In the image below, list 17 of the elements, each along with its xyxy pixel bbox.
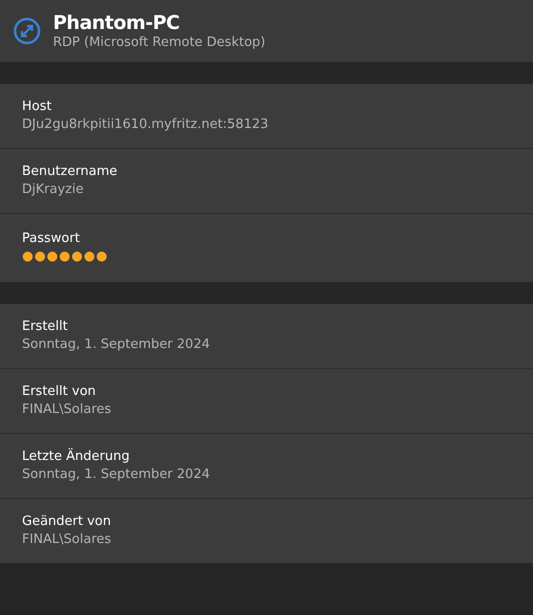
field-value: DJu2gu8rkpitii1610.myfritz.net:58123 bbox=[22, 116, 270, 134]
field-label: Benutzername bbox=[22, 163, 118, 181]
field-label: Host bbox=[22, 98, 53, 116]
remote-desktop-icon bbox=[13, 17, 41, 45]
field-value: DjKrayzie bbox=[22, 181, 85, 199]
password-value: ●●●●●●● bbox=[22, 248, 110, 266]
field-label: Letzte Änderung bbox=[22, 448, 131, 466]
field-label: Erstellt bbox=[22, 318, 69, 336]
field-value: Sonntag, 1. September 2024 bbox=[22, 336, 211, 354]
connection-type: RDP (Microsoft Remote Desktop) bbox=[53, 35, 266, 51]
connection-title: Phantom-PC bbox=[53, 11, 180, 35]
field-value: FINAL\Solares bbox=[22, 401, 112, 419]
field-label: Passwort bbox=[22, 230, 81, 248]
field-label: Geändert von bbox=[22, 513, 112, 531]
field-label: Erstellt von bbox=[22, 383, 97, 401]
field-value: FINAL\Solares bbox=[22, 531, 112, 549]
field-value: Sonntag, 1. September 2024 bbox=[22, 466, 211, 484]
